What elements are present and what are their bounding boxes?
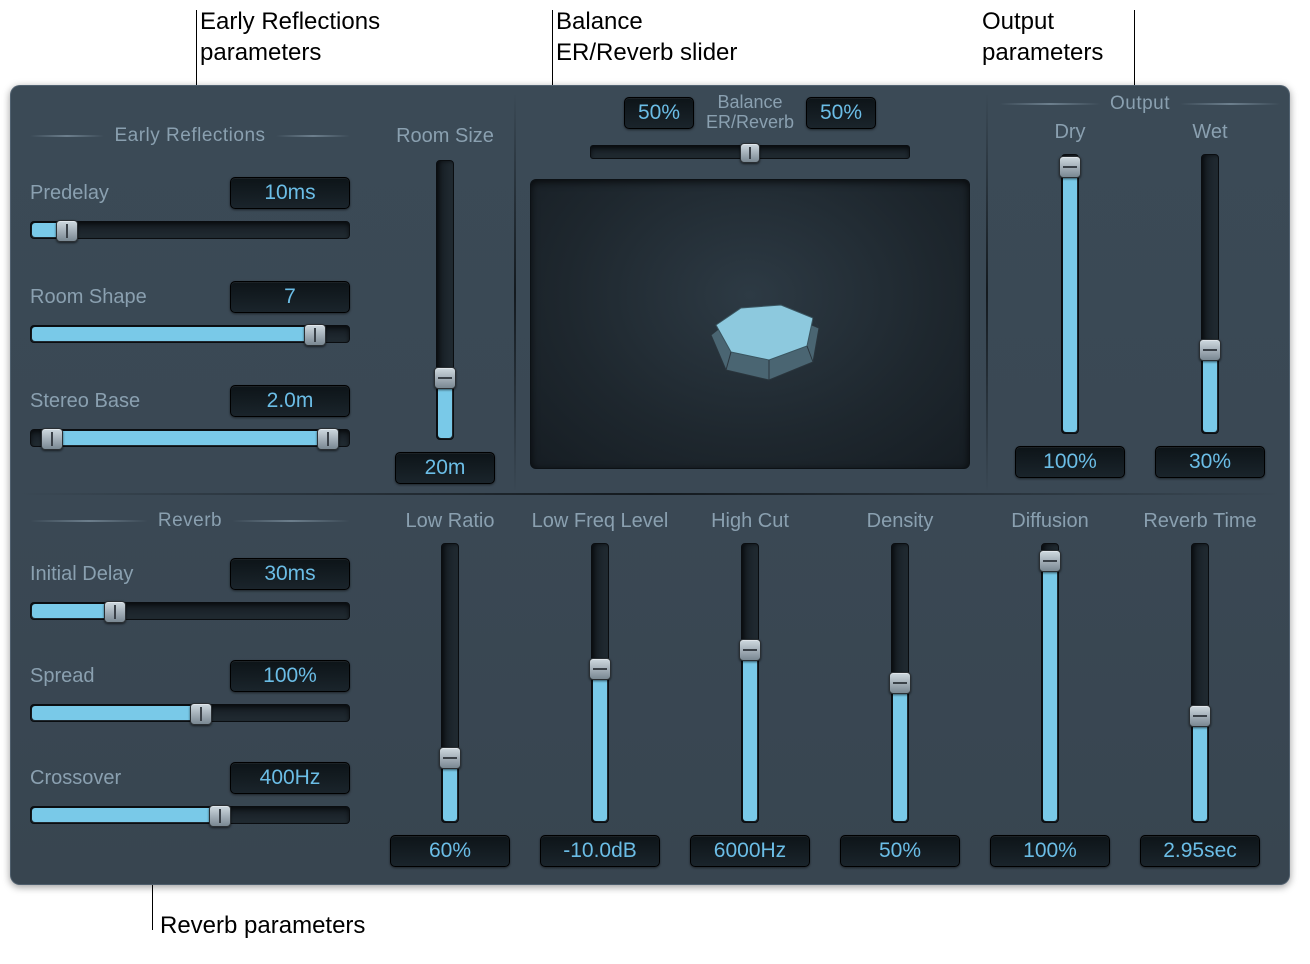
diffusion-value[interactable]: 100% xyxy=(990,835,1110,867)
crossover-value[interactable]: 400Hz xyxy=(230,762,350,794)
diffusion-label: Diffusion xyxy=(1011,510,1088,533)
early-reflections-title: Early Reflections xyxy=(114,125,265,147)
crossover-slider[interactable] xyxy=(30,806,350,824)
plugin-panel: Early Reflections Predelay 10ms Room Sha… xyxy=(10,85,1290,885)
density-label: Density xyxy=(867,510,934,533)
density-slider[interactable] xyxy=(891,543,909,823)
dry-slider[interactable] xyxy=(1061,154,1079,434)
reverb-header: Reverb xyxy=(30,510,350,532)
wet-slider[interactable] xyxy=(1201,154,1219,434)
early-reflections-header: Early Reflections xyxy=(30,125,350,147)
high-cut-value[interactable]: 6000Hz xyxy=(690,835,810,867)
dry-label: Dry xyxy=(1054,121,1085,144)
room-shape-value[interactable]: 7 xyxy=(230,281,350,313)
low-freq-label: Low Freq Level xyxy=(532,510,669,533)
wet-value[interactable]: 30% xyxy=(1155,446,1265,478)
stereo-base-slider[interactable] xyxy=(30,429,350,447)
balance-slider[interactable] xyxy=(590,145,910,159)
predelay-value[interactable]: 10ms xyxy=(230,177,350,209)
output-header: Output xyxy=(1000,93,1280,115)
spread-label: Spread xyxy=(30,665,95,688)
stereo-base-value[interactable]: 2.0m xyxy=(230,385,350,417)
low-ratio-label: Low Ratio xyxy=(406,510,495,533)
callout-output: Output parameters xyxy=(982,6,1103,68)
low-freq-value[interactable]: -10.0dB xyxy=(540,835,660,867)
initial-delay-label: Initial Delay xyxy=(30,563,133,586)
stereo-base-label: Stereo Base xyxy=(30,390,140,413)
spread-slider[interactable] xyxy=(30,704,350,722)
spread-value[interactable]: 100% xyxy=(230,660,350,692)
predelay-slider[interactable] xyxy=(30,221,350,239)
high-cut-slider[interactable] xyxy=(741,543,759,823)
room-shape-label: Room Shape xyxy=(30,286,147,309)
crossover-label: Crossover xyxy=(30,767,121,790)
balance-label-top: Balance xyxy=(706,93,794,113)
room-shape-icon xyxy=(531,180,971,470)
initial-delay-value[interactable]: 30ms xyxy=(230,558,350,590)
dry-value[interactable]: 100% xyxy=(1015,446,1125,478)
reverb-title: Reverb xyxy=(158,510,222,532)
initial-delay-slider[interactable] xyxy=(30,602,350,620)
room-visualization xyxy=(530,179,970,469)
balance-right-value[interactable]: 50% xyxy=(806,97,876,129)
room-size-label: Room Size xyxy=(390,125,500,148)
callout-reverb: Reverb parameters xyxy=(160,910,365,941)
callout-early-reflections: Early Reflections parameters xyxy=(200,6,380,68)
room-shape-slider[interactable] xyxy=(30,325,350,343)
callout-balance: Balance ER/Reverb slider xyxy=(556,6,737,68)
balance-left-value[interactable]: 50% xyxy=(624,97,694,129)
high-cut-label: High Cut xyxy=(711,510,789,533)
output-title: Output xyxy=(1110,93,1170,115)
low-ratio-value[interactable]: 60% xyxy=(390,835,510,867)
reverb-time-slider[interactable] xyxy=(1191,543,1209,823)
wet-label: Wet xyxy=(1192,121,1227,144)
predelay-label: Predelay xyxy=(30,182,109,205)
room-size-value[interactable]: 20m xyxy=(395,452,495,484)
balance-label-bottom: ER/Reverb xyxy=(706,113,794,133)
low-freq-slider[interactable] xyxy=(591,543,609,823)
reverb-time-label: Reverb Time xyxy=(1143,510,1256,533)
reverb-time-value[interactable]: 2.95sec xyxy=(1140,835,1260,867)
room-size-slider[interactable] xyxy=(436,160,454,440)
density-value[interactable]: 50% xyxy=(840,835,960,867)
diffusion-slider[interactable] xyxy=(1041,543,1059,823)
low-ratio-slider[interactable] xyxy=(441,543,459,823)
